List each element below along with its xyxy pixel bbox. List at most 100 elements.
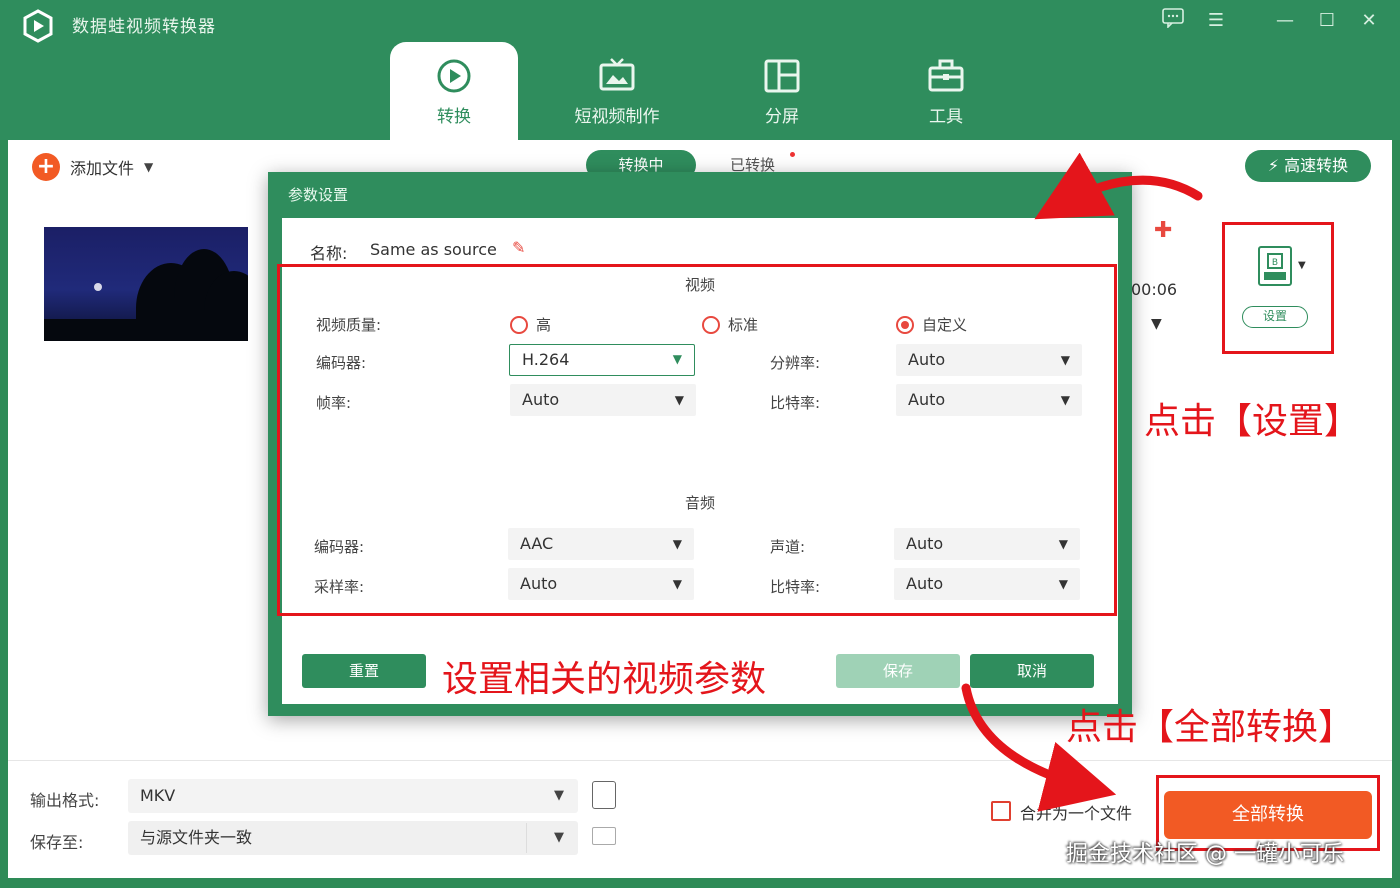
channel-select[interactable]: Auto ▼ [894, 528, 1080, 560]
radio-label: 自定义 [922, 316, 968, 334]
output-format-label: 输出格式: [30, 791, 100, 810]
moon-shape [94, 283, 102, 291]
caret-down-icon[interactable]: ▼ [144, 160, 153, 174]
menu-icon[interactable]: ☰ [1203, 8, 1229, 34]
caret-down-icon: ▼ [1060, 393, 1070, 407]
params-dialog: 参数设置 名称: Same as source ✎ 视频 视频质量: 高 标准 … [268, 172, 1132, 716]
select-value: Auto [906, 534, 944, 553]
video-quality-label: 视频质量: [316, 316, 382, 334]
framerate-label: 帧率: [316, 394, 352, 412]
app-title: 数据蛙视频转换器 [72, 17, 216, 37]
video-thumbnail[interactable] [44, 227, 248, 341]
settings-button[interactable]: 设置 [1242, 306, 1308, 328]
tab-split-screen[interactable]: 分屏 [718, 42, 846, 142]
save-to-value: 与源文件夹一致 [140, 828, 253, 847]
annotation-params: 设置相关的视频参数 [442, 659, 767, 700]
add-file-button[interactable]: + 添加文件 ▼ [32, 152, 153, 182]
caret-down-icon: ▼ [672, 537, 682, 551]
samplerate-label: 采样率: [314, 578, 365, 596]
video-section-title: 视频 [684, 276, 715, 294]
radio-icon [702, 315, 720, 334]
tab-label: 转换 [437, 107, 471, 127]
feedback-icon[interactable] [1160, 8, 1186, 34]
app-logo-icon [23, 9, 53, 43]
caret-down-icon: ▼ [554, 788, 564, 803]
maximize-icon[interactable]: ☐ [1314, 8, 1340, 34]
caret-down-icon: ▼ [1060, 353, 1070, 367]
resolution-select[interactable]: Auto ▼ [896, 344, 1082, 376]
add-icon[interactable]: ✚ [1154, 218, 1172, 243]
close-icon[interactable]: ✕ [1356, 8, 1382, 34]
caret-down-icon: ▼ [554, 830, 564, 845]
name-label: 名称: [310, 244, 348, 263]
radio-icon [510, 315, 528, 334]
turbo-convert-button[interactable]: ⚡ 高速转换 [1245, 150, 1371, 182]
reset-button[interactable]: 重置 [302, 654, 426, 688]
video-format-icon[interactable]: B [1258, 246, 1292, 286]
audio-section-title: 音频 [684, 494, 715, 512]
quality-high-radio[interactable]: 高 [510, 314, 551, 335]
video-bitrate-select[interactable]: Auto ▼ [896, 384, 1082, 416]
radio-label: 标准 [728, 316, 759, 334]
caret-down-icon: ▼ [672, 352, 682, 366]
format-settings-icon[interactable] [592, 781, 616, 809]
audio-bitrate-select[interactable]: Auto ▼ [894, 568, 1080, 600]
video-encoder-label: 编码器: [316, 354, 367, 372]
merge-checkbox[interactable] [991, 801, 1011, 821]
tab-label: 工具 [929, 107, 963, 127]
save-button[interactable]: 保存 [836, 654, 960, 688]
notification-dot [790, 152, 795, 157]
plus-icon: + [32, 153, 60, 181]
quality-standard-radio[interactable]: 标准 [702, 314, 758, 335]
split-screen-icon [764, 59, 800, 93]
lightning-icon: ⚡ [1267, 156, 1280, 175]
quality-custom-radio[interactable]: 自定义 [896, 314, 967, 335]
tab-label: 分屏 [765, 107, 799, 127]
caret-down-icon: ▼ [1058, 577, 1068, 591]
params-highlight-box [277, 264, 1117, 616]
audio-encoder-label: 编码器: [314, 538, 365, 556]
radio-checked-icon [896, 315, 914, 334]
select-value: Auto [908, 350, 946, 369]
select-value: Auto [906, 574, 944, 593]
edit-icon[interactable]: ✎ [512, 238, 525, 257]
save-to-label: 保存至: [30, 833, 84, 852]
watermark: 掘金技术社区 @ 一罐小可乐 [1066, 842, 1344, 867]
tv-icon [599, 58, 635, 91]
caret-down-icon: ▼ [674, 393, 684, 407]
select-value: AAC [520, 534, 554, 553]
caret-down-icon[interactable]: ▼ [1298, 260, 1306, 271]
merge-label: 合并为一个文件 [1020, 804, 1133, 823]
output-format-value: MKV [140, 786, 176, 805]
output-format-select[interactable]: MKV ▼ [128, 779, 578, 813]
video-duration: 00:06 [1131, 280, 1178, 299]
folder-icon[interactable] [592, 827, 616, 845]
resolution-label: 分辨率: [770, 354, 821, 372]
convert-icon [437, 59, 471, 93]
channel-label: 声道: [770, 538, 806, 556]
turbo-label: 高速转换 [1284, 156, 1349, 175]
tab-tools[interactable]: 工具 [882, 42, 1010, 142]
audio-encoder-select[interactable]: AAC ▼ [508, 528, 694, 560]
divider [526, 823, 527, 853]
dialog-body: 名称: Same as source ✎ 视频 视频质量: 高 标准 自定义 编… [277, 218, 1118, 704]
samplerate-select[interactable]: Auto ▼ [508, 568, 694, 600]
tab-convert[interactable]: 转换 [390, 42, 518, 142]
framerate-select[interactable]: Auto ▼ [510, 384, 696, 416]
cancel-button[interactable]: 取消 [970, 654, 1094, 688]
video-bitrate-label: 比特率: [770, 394, 821, 412]
annotation-convert: 点击【全部转换】 [1066, 707, 1355, 748]
select-value: Auto [908, 390, 946, 409]
convert-all-button[interactable]: 全部转换 [1164, 791, 1372, 839]
caret-down-icon: ▼ [1058, 537, 1068, 551]
caret-down-icon: ▼ [672, 577, 682, 591]
radio-label: 高 [536, 316, 552, 334]
toolbox-icon [928, 59, 964, 92]
save-to-select[interactable]: 与源文件夹一致 ▼ [128, 821, 578, 855]
caret-down-icon[interactable]: ▼ [1151, 316, 1162, 332]
ground-shape [44, 319, 248, 341]
tab-short-video[interactable]: 短视频制作 [553, 42, 681, 142]
video-encoder-select[interactable]: H.264 ▼ [509, 344, 695, 376]
add-file-label: 添加文件 [70, 159, 135, 178]
minimize-icon[interactable]: — [1272, 8, 1298, 34]
